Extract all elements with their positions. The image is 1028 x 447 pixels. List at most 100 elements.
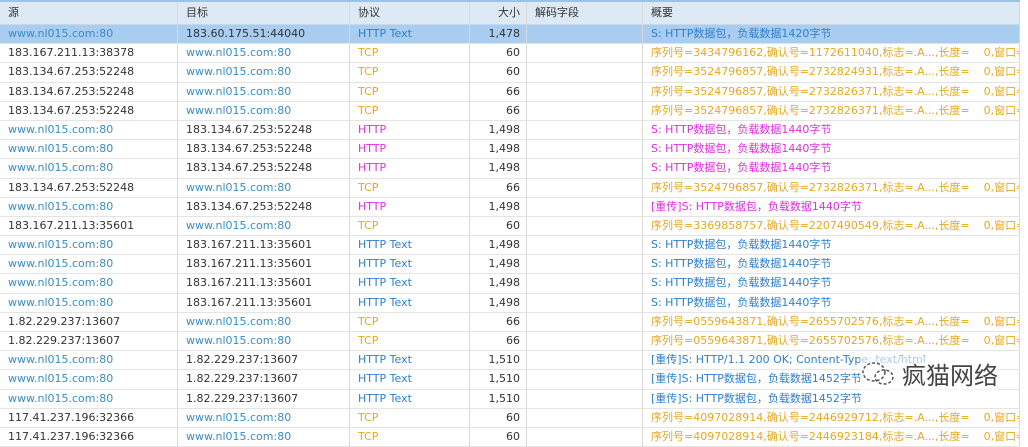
source-cell: 183.134.67.253:52248 bbox=[0, 82, 178, 101]
destination-cell: 183.134.67.253:52248 bbox=[178, 197, 350, 216]
source-cell: 183.134.67.253:52248 bbox=[0, 101, 178, 120]
table-row[interactable]: 1.82.229.237:13607 www.nl015.com:80 TCP 66 序… bbox=[0, 312, 1020, 332]
protocol-cell: HTTP bbox=[350, 140, 470, 159]
decode-field-cell bbox=[527, 120, 643, 140]
destination-cell: 1.82.229.237:13607 bbox=[178, 370, 350, 389]
source-cell: www.nl015.com:80 bbox=[0, 140, 178, 159]
size-cell: 66 bbox=[470, 178, 527, 197]
source-cell: www.nl015.com:80 bbox=[0, 236, 178, 255]
watermark-text: 疯猫网络 bbox=[902, 362, 998, 390]
protocol-cell: TCP bbox=[350, 408, 470, 427]
size-cell: 1,498 bbox=[470, 140, 527, 159]
source-cell: www.nl015.com:80 bbox=[0, 197, 178, 216]
protocol-cell: HTTP Text bbox=[350, 389, 470, 408]
decode-field-cell bbox=[527, 159, 643, 178]
size-cell: 1,498 bbox=[470, 120, 527, 140]
source-cell: 183.167.211.13:38378 bbox=[0, 44, 178, 63]
table-row[interactable]: www.nl015.com:80 183.167.211.13:35601 HTTP… bbox=[0, 293, 1020, 313]
destination-cell: 1.82.229.237:13607 bbox=[178, 351, 350, 370]
source-cell: www.nl015.com:80 bbox=[0, 255, 178, 274]
decode-field-cell bbox=[527, 312, 643, 331]
decode-field-cell bbox=[527, 197, 643, 216]
table-row[interactable]: 183.134.67.253:52248 www.nl015.com:80 TCP 6… bbox=[0, 101, 1020, 121]
summary-cell: 序列号=0559643871,确认号=2655702576,标志=.A...,长… bbox=[643, 312, 1020, 331]
protocol-cell: TCP bbox=[350, 44, 470, 63]
table-row[interactable]: www.nl015.com:80 183.167.211.13:35601 HTTP… bbox=[0, 274, 1020, 294]
header-summary[interactable]: 概要 bbox=[643, 2, 1020, 24]
header-destination[interactable]: 目标 bbox=[178, 2, 350, 24]
decode-field-cell bbox=[527, 101, 643, 120]
source-cell: 183.134.67.253:52248 bbox=[0, 63, 178, 82]
summary-cell: S: HTTP数据包，负载数据1440字节 bbox=[643, 274, 1020, 293]
table-row[interactable]: www.nl015.com:80 183.60.175.51:44040 HTTP … bbox=[0, 25, 1020, 45]
table-row[interactable]: 117.41.237.196:32366 www.nl015.com:80 TCP 6… bbox=[0, 427, 1020, 447]
size-cell: 60 bbox=[470, 427, 527, 447]
destination-cell: www.nl015.com:80 bbox=[178, 178, 350, 197]
decode-field-cell bbox=[527, 293, 643, 312]
summary-cell: 序列号=3524796857,确认号=2732826371,标志=.A...,长… bbox=[643, 178, 1020, 197]
decode-field-cell bbox=[527, 332, 643, 351]
size-cell: 1,498 bbox=[470, 236, 527, 255]
table-row[interactable]: www.nl015.com:80 183.134.67.253:52248 HTTP… bbox=[0, 159, 1020, 179]
destination-cell: www.nl015.com:80 bbox=[178, 332, 350, 351]
protocol-cell: TCP bbox=[350, 312, 470, 331]
destination-cell: 183.167.211.13:35601 bbox=[178, 236, 350, 255]
protocol-cell: HTTP Text bbox=[350, 370, 470, 389]
size-cell: 66 bbox=[470, 332, 527, 351]
decode-field-cell bbox=[527, 178, 643, 197]
summary-cell: 序列号=4097028914,确认号=2446923184,标志=.A...,长… bbox=[643, 427, 1020, 447]
header-decode-field[interactable]: 解码字段 bbox=[527, 2, 643, 24]
table-row[interactable]: www.nl015.com:80 183.134.67.253:52248 HTTP… bbox=[0, 140, 1020, 160]
source-cell: 1.82.229.237:13607 bbox=[0, 332, 178, 351]
size-cell: 1,498 bbox=[470, 159, 527, 178]
size-cell: 1,478 bbox=[470, 25, 527, 44]
size-cell: 1,498 bbox=[470, 255, 527, 274]
protocol-cell: HTTP Text bbox=[350, 351, 470, 370]
table-row[interactable]: 183.167.211.13:38378 www.nl015.com:80 TCP 6… bbox=[0, 44, 1020, 64]
protocol-cell: TCP bbox=[350, 178, 470, 197]
table-row[interactable]: www.nl015.com:80 183.134.67.253:52248 HTTP… bbox=[0, 120, 1020, 141]
protocol-cell: HTTP Text bbox=[350, 293, 470, 312]
destination-cell: 183.134.67.253:52248 bbox=[178, 120, 350, 140]
watermark: 疯猫网络 bbox=[860, 356, 998, 391]
destination-cell: 183.167.211.13:35601 bbox=[178, 293, 350, 312]
table-row[interactable]: 183.167.211.13:35601 www.nl015.com:80 TCP 6… bbox=[0, 216, 1020, 237]
table-row[interactable]: 183.134.67.253:52248 www.nl015.com:80 TCP 6… bbox=[0, 178, 1020, 198]
summary-cell: S: HTTP数据包，负载数据1440字节 bbox=[643, 120, 1020, 140]
destination-cell: 183.134.67.253:52248 bbox=[178, 140, 350, 159]
protocol-cell: HTTP Text bbox=[350, 236, 470, 255]
protocol-cell: HTTP bbox=[350, 197, 470, 216]
source-cell: www.nl015.com:80 bbox=[0, 25, 178, 44]
table-row[interactable]: www.nl015.com:80 183.167.211.13:35601 HTTP… bbox=[0, 255, 1020, 275]
protocol-cell: TCP bbox=[350, 332, 470, 351]
source-cell: 1.82.229.237:13607 bbox=[0, 312, 178, 331]
header-protocol[interactable]: 协议 bbox=[350, 2, 470, 24]
table-row[interactable]: www.nl015.com:80 183.167.211.13:35601 HTTP… bbox=[0, 236, 1020, 256]
protocol-cell: TCP bbox=[350, 63, 470, 82]
table-row[interactable]: www.nl015.com:80 183.134.67.253:52248 HTTP… bbox=[0, 197, 1020, 217]
size-cell: 1,498 bbox=[470, 293, 527, 312]
size-cell: 60 bbox=[470, 408, 527, 427]
size-cell: 1,510 bbox=[470, 389, 527, 408]
table-row[interactable]: www.nl015.com:80 1.82.229.237:13607 HTTP T… bbox=[0, 389, 1020, 409]
table-row[interactable]: 183.134.67.253:52248 www.nl015.com:80 TCP 6… bbox=[0, 82, 1020, 102]
header-size[interactable]: 大小 bbox=[470, 2, 527, 24]
table-row[interactable]: 117.41.237.196:32366 www.nl015.com:80 TCP 6… bbox=[0, 408, 1020, 428]
protocol-cell: TCP bbox=[350, 427, 470, 447]
protocol-cell: TCP bbox=[350, 82, 470, 101]
header-source[interactable]: 源 bbox=[0, 2, 178, 24]
summary-cell: [重传]S: HTTP数据包，负载数据1440字节 bbox=[643, 197, 1020, 216]
destination-cell: 183.60.175.51:44040 bbox=[178, 25, 350, 44]
source-cell: 117.41.237.196:32366 bbox=[0, 408, 178, 427]
summary-cell: 序列号=3524796857,确认号=2732824931,标志=.A...,长… bbox=[643, 63, 1020, 82]
table-row[interactable]: 183.134.67.253:52248 www.nl015.com:80 TCP 6… bbox=[0, 63, 1020, 83]
summary-cell: S: HTTP数据包，负载数据1420字节 bbox=[643, 25, 1020, 44]
source-cell: www.nl015.com:80 bbox=[0, 293, 178, 312]
source-cell: www.nl015.com:80 bbox=[0, 159, 178, 178]
summary-cell: 序列号=0559643871,确认号=2655702576,标志=.A...,长… bbox=[643, 332, 1020, 351]
summary-cell: 序列号=4097028914,确认号=2446929712,标志=.A...,长… bbox=[643, 408, 1020, 427]
decode-field-cell bbox=[527, 408, 643, 427]
table-row[interactable]: 1.82.229.237:13607 www.nl015.com:80 TCP 66 序… bbox=[0, 332, 1020, 352]
size-cell: 66 bbox=[470, 101, 527, 120]
decode-field-cell bbox=[527, 44, 643, 63]
